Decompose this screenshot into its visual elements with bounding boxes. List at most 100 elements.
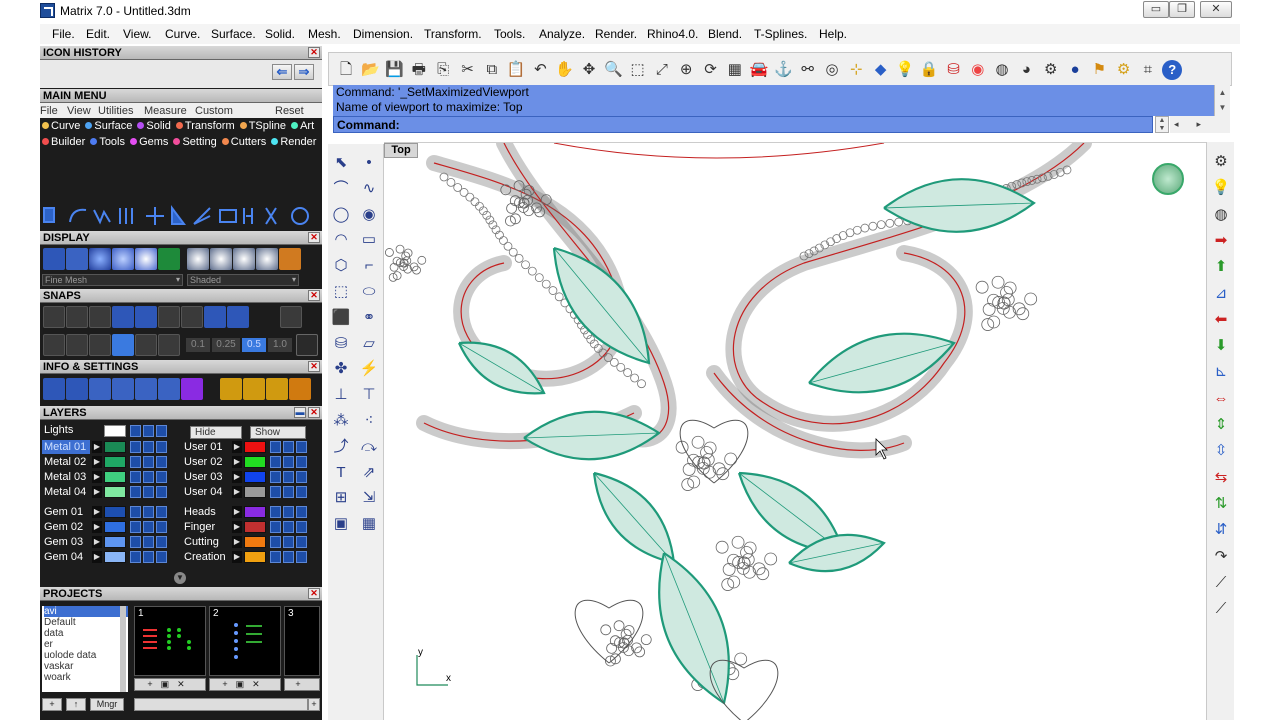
select-arrow-icon[interactable]: ⬉ (330, 152, 352, 174)
metal-sphere-icon[interactable] (187, 248, 209, 270)
layer-row[interactable]: Gem 01 ▶ (40, 505, 175, 519)
layer-eye-icon[interactable] (296, 471, 307, 483)
group-icon[interactable]: ⁂ (330, 410, 352, 432)
offset-icon[interactable]: ⇗ (358, 462, 380, 484)
layer-eye-icon[interactable] (296, 486, 307, 498)
menu-mesh[interactable]: Mesh. (308, 27, 341, 41)
layer-lock-icon[interactable] (130, 521, 141, 533)
layer-name[interactable]: Gem 01 (42, 505, 90, 519)
layer-color-swatch[interactable] (244, 551, 266, 563)
layer-eye-icon[interactable] (296, 456, 307, 468)
mm-view[interactable]: View (67, 105, 91, 117)
fillet-icon[interactable]: ⌐ (358, 255, 380, 277)
mm-file[interactable]: File (40, 105, 58, 117)
category-surface[interactable]: Surface (85, 120, 132, 132)
thumb-3-controls[interactable]: + (284, 678, 320, 691)
widgets-icon[interactable]: ⌗ (1138, 60, 1158, 80)
layer-eye-icon[interactable] (156, 551, 167, 563)
layer-name[interactable]: Cutting (182, 535, 230, 549)
layer-eye-icon[interactable] (156, 506, 167, 518)
sphere-icon[interactable]: ⬭ (358, 281, 380, 303)
gumball-globe-icon[interactable] (1152, 163, 1184, 195)
layer-color-swatch[interactable] (244, 506, 266, 518)
layer-lock-icon[interactable] (270, 456, 281, 468)
arrows-horizontal-icon[interactable]: ⇔ (1210, 389, 1232, 409)
wireframe-icon[interactable] (43, 248, 65, 270)
pencil-icon[interactable] (89, 334, 111, 356)
category-gems[interactable]: Gems (130, 136, 168, 148)
undo-icon[interactable]: ↶ (530, 60, 550, 80)
lights-swatch[interactable] (104, 425, 126, 437)
layer-row[interactable]: Gem 02 ▶ (40, 520, 175, 534)
lightning-icon[interactable]: ⚡ (358, 358, 380, 380)
lights-eye-icon[interactable] (156, 425, 167, 437)
target-icon[interactable]: ◎ (822, 60, 842, 80)
metal-sphere-3-icon[interactable] (233, 248, 255, 270)
circle-icon[interactable]: ◯ (330, 204, 352, 226)
report-icon[interactable] (266, 378, 288, 400)
minimize-layers-icon[interactable]: ▬ (294, 407, 306, 418)
layer-color-swatch[interactable] (244, 441, 266, 453)
layer-lock-icon[interactable] (270, 521, 281, 533)
add-project-button[interactable]: + (42, 698, 62, 711)
arrow-snap-icon[interactable] (158, 334, 180, 356)
minimize-button[interactable]: ▭ (1143, 1, 1169, 18)
layer-eye-icon[interactable] (156, 521, 167, 533)
layer-eye-icon[interactable] (296, 441, 307, 453)
layer-color-swatch[interactable] (244, 536, 266, 548)
close-icon[interactable]: ✕ (308, 290, 320, 301)
manager-button[interactable]: Mngr (90, 698, 124, 711)
layer-name[interactable]: Metal 02 (42, 455, 90, 469)
project-item[interactable]: avi (44, 606, 128, 617)
polyline-icon[interactable]: ⌒ (330, 178, 352, 200)
layer-color-swatch[interactable] (104, 551, 126, 563)
layer-lock-icon[interactable] (130, 486, 141, 498)
layer-color-swatch[interactable] (104, 456, 126, 468)
layer-expand-icon[interactable]: ▶ (232, 536, 242, 548)
metal-sphere-4-icon[interactable] (256, 248, 278, 270)
snap-mid-icon[interactable] (112, 306, 134, 328)
layer-color-swatch[interactable] (244, 521, 266, 533)
render-sphere-icon[interactable]: ● (1065, 60, 1085, 80)
diamond-gem-icon[interactable]: ◆ (871, 60, 891, 80)
layer-lock-icon[interactable] (270, 536, 281, 548)
gumball-icon[interactable] (66, 248, 88, 270)
layer-bulb-icon[interactable] (143, 506, 154, 518)
ring-icon[interactable] (89, 378, 111, 400)
category-transform[interactable]: Transform (175, 120, 235, 132)
measure-icon[interactable]: ⇲ (358, 487, 380, 509)
layer-row[interactable]: Gem 03 ▶ (40, 535, 175, 549)
layer-bulb-icon[interactable] (283, 551, 294, 563)
gizmo-down-icon[interactable]: ⊾ (1210, 362, 1232, 382)
layer-bulb-icon[interactable] (283, 486, 294, 498)
layer-eye-icon[interactable] (156, 471, 167, 483)
projects-scrollbar[interactable] (120, 606, 126, 692)
command-input[interactable]: Command: (333, 116, 1153, 133)
layer-bulb-icon[interactable] (143, 486, 154, 498)
layer-row[interactable]: Heads ▶ (180, 505, 315, 519)
snap-cen-icon[interactable] (135, 306, 157, 328)
mm-custom[interactable]: Custom (195, 105, 233, 117)
layer-name[interactable]: User 02 (182, 455, 230, 469)
mesh-quality-select[interactable]: Fine Mesh (42, 274, 183, 286)
mm-measure[interactable]: Measure (144, 105, 187, 117)
layer-color-swatch[interactable] (244, 456, 266, 468)
layer-expand-icon[interactable]: ▶ (92, 551, 102, 563)
menu-file[interactable]: File. (52, 27, 75, 41)
pan-hand-icon[interactable]: ✋ (555, 60, 575, 80)
layer-color-swatch[interactable] (104, 441, 126, 453)
menu-transform[interactable]: Transform. (424, 27, 482, 41)
layer-row[interactable]: Cutting ▶ (180, 535, 315, 549)
arrow-down-icon[interactable]: ⬇ (1210, 336, 1232, 356)
close-icon[interactable]: ✕ (308, 407, 320, 418)
arrow-up-icon[interactable]: ⬆ (1210, 257, 1232, 277)
layer-name[interactable]: Finger (182, 520, 230, 534)
category-curve[interactable]: Curve (42, 120, 80, 132)
layer-lock-icon[interactable] (130, 471, 141, 483)
project-item[interactable]: data (44, 628, 128, 639)
line-icon[interactable]: ⟋ (1210, 573, 1232, 593)
layer-row[interactable]: Metal 02 ▶ (40, 455, 175, 469)
layer-expand-icon[interactable]: ▶ (232, 521, 242, 533)
layer-eye-icon[interactable] (296, 536, 307, 548)
menu-surface[interactable]: Surface. (211, 27, 256, 41)
